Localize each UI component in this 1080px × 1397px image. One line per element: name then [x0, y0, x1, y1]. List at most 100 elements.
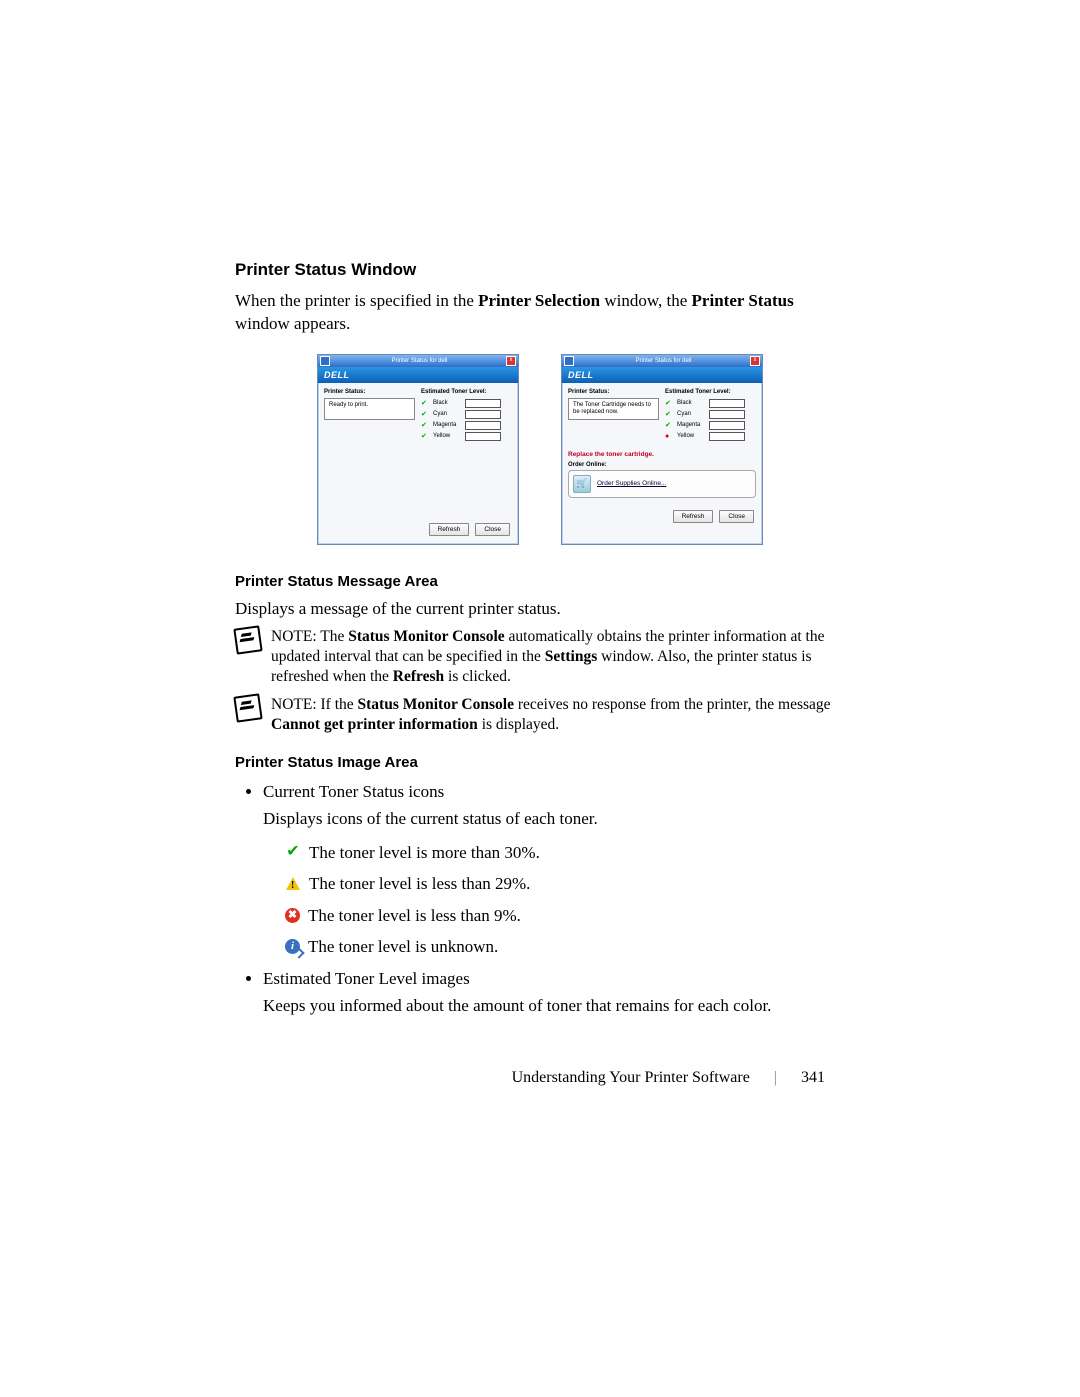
- footer-separator: |: [774, 1069, 777, 1086]
- toner-bar: [709, 410, 745, 419]
- toner-name: Cyan: [433, 411, 461, 417]
- toner-bar: [709, 432, 745, 441]
- toner-bar: [465, 399, 501, 408]
- status-message: The Toner Cartridge needs to be replaced…: [568, 398, 659, 420]
- info-icon: [285, 939, 300, 954]
- image-area-list: Current Toner Status icons Displays icon…: [263, 779, 845, 1019]
- message-area-desc: Displays a message of the current printe…: [235, 598, 845, 621]
- toner-name: Yellow: [433, 433, 461, 439]
- text-bold: Printer Selection: [478, 291, 600, 310]
- note-text: NOTE: The Status Monitor Console automat…: [271, 627, 845, 687]
- close-button[interactable]: Close: [719, 510, 754, 523]
- toner-row-magenta: ✔Magenta: [421, 421, 512, 430]
- close-button[interactable]: Close: [475, 523, 510, 536]
- toner-level-label: Estimated Toner Level:: [665, 389, 756, 395]
- text-bold: Settings: [545, 648, 598, 665]
- list-item-desc: Displays icons of the current status of …: [263, 806, 845, 832]
- text: NOTE: If the: [271, 696, 358, 713]
- refresh-button[interactable]: Refresh: [673, 510, 714, 523]
- toner-status-line-ok: The toner level is more than 30%.: [285, 840, 845, 866]
- text: is clicked.: [444, 668, 511, 685]
- heading-printer-status-window: Printer Status Window: [235, 260, 845, 280]
- toner-name: Black: [677, 400, 705, 406]
- text-bold: Printer Status: [692, 291, 794, 310]
- note-block: NOTE: If the Status Monitor Console rece…: [235, 695, 845, 735]
- text: receives no response from the printer, t…: [514, 696, 831, 713]
- toner-level-label: Estimated Toner Level:: [421, 389, 512, 395]
- toner-bar: [465, 410, 501, 419]
- window-button-row: Refresh Close: [318, 517, 518, 544]
- printer-status-label: Printer Status:: [568, 389, 659, 395]
- close-icon[interactable]: x: [750, 356, 760, 366]
- list-item-desc: Keeps you informed about the amount of t…: [263, 993, 845, 1019]
- check-icon: [285, 844, 301, 860]
- toner-list: ✔Black ✔Cyan ✔Magenta ●Yellow: [665, 399, 756, 441]
- heading-image-area: Printer Status Image Area: [235, 754, 845, 771]
- warning-icon: [285, 876, 301, 892]
- window-title: Printer Status for dell: [333, 358, 506, 364]
- toner-name: Magenta: [677, 422, 705, 428]
- text: The toner level is unknown.: [308, 934, 498, 960]
- refresh-button[interactable]: Refresh: [429, 523, 470, 536]
- toner-row-cyan: ✔ Cyan: [421, 410, 512, 419]
- toner-bar: [465, 421, 501, 430]
- printer-status-window-ready: Printer Status for dell x DELL Printer S…: [317, 354, 519, 545]
- list-item: Current Toner Status icons Displays icon…: [263, 779, 845, 960]
- dell-logo: DELL: [318, 367, 518, 383]
- text-bold: Refresh: [393, 668, 444, 685]
- intro-paragraph: When the printer is specified in the Pri…: [235, 290, 845, 336]
- text-bold: Status Monitor Console: [358, 696, 514, 713]
- check-icon: ✔: [421, 421, 429, 429]
- page-footer: Understanding Your Printer Software | 34…: [235, 1069, 845, 1087]
- window-title: Printer Status for dell: [577, 358, 750, 364]
- error-icon: [285, 908, 300, 923]
- cart-icon[interactable]: [573, 475, 591, 493]
- toner-list: ✔ Black ✔ Cyan ✔Magenta ✔ Yellow: [421, 399, 512, 441]
- toner-name: Black: [433, 400, 461, 406]
- window-icon: [320, 356, 330, 366]
- check-icon: ✔: [665, 421, 673, 429]
- order-online-label: Order Online:: [568, 462, 756, 468]
- titlebar: Printer Status for dell x: [562, 355, 762, 367]
- toner-row-black: ✔ Black: [421, 399, 512, 408]
- error-icon: ●: [665, 433, 673, 440]
- check-icon: ✔: [421, 410, 429, 418]
- printer-status-label: Printer Status:: [324, 389, 415, 395]
- replace-cartridge-message: Replace the toner cartridge.: [568, 451, 756, 458]
- list-item-title: Current Toner Status icons: [263, 782, 444, 801]
- text-bold: Cannot get printer information: [271, 716, 478, 733]
- text: The toner level is less than 9%.: [308, 903, 521, 929]
- note-icon: [233, 694, 262, 723]
- note-icon: [233, 625, 262, 654]
- order-online-box: Order Supplies Online...: [568, 470, 756, 498]
- text-bold: Status Monitor Console: [348, 628, 504, 645]
- list-item-title: Estimated Toner Level images: [263, 969, 470, 988]
- text: When the printer is specified in the: [235, 291, 478, 310]
- text: window, the: [600, 291, 691, 310]
- note-text: NOTE: If the Status Monitor Console rece…: [271, 695, 845, 735]
- close-icon[interactable]: x: [506, 356, 516, 366]
- printer-status-window-warning: Printer Status for dell x DELL Printer S…: [561, 354, 763, 545]
- text: is displayed.: [478, 716, 559, 733]
- heading-message-area: Printer Status Message Area: [235, 573, 845, 590]
- dell-logo: DELL: [562, 367, 762, 383]
- toner-row-black: ✔ Black: [665, 399, 756, 408]
- status-message: Ready to print.: [324, 398, 415, 420]
- text: NOTE: The: [271, 628, 348, 645]
- toner-status-line-critical: The toner level is less than 9%.: [285, 903, 845, 929]
- toner-bar: [709, 399, 745, 408]
- order-supplies-link[interactable]: Order Supplies Online...: [597, 480, 666, 487]
- check-icon: ✔: [665, 410, 673, 418]
- toner-name: Cyan: [677, 411, 705, 417]
- text: The toner level is less than 29%.: [309, 871, 530, 897]
- chapter-title: Understanding Your Printer Software: [512, 1069, 750, 1086]
- document-page: Printer Status Window When the printer i…: [0, 0, 1080, 1147]
- text: window appears.: [235, 314, 350, 333]
- check-icon: ✔: [421, 399, 429, 407]
- page-number: 341: [801, 1069, 825, 1086]
- list-item: Estimated Toner Level images Keeps you i…: [263, 966, 845, 1019]
- toner-bar: [465, 432, 501, 441]
- check-icon: ✔: [665, 399, 673, 407]
- text: The toner level is more than 30%.: [309, 840, 540, 866]
- toner-row-cyan: ✔ Cyan: [665, 410, 756, 419]
